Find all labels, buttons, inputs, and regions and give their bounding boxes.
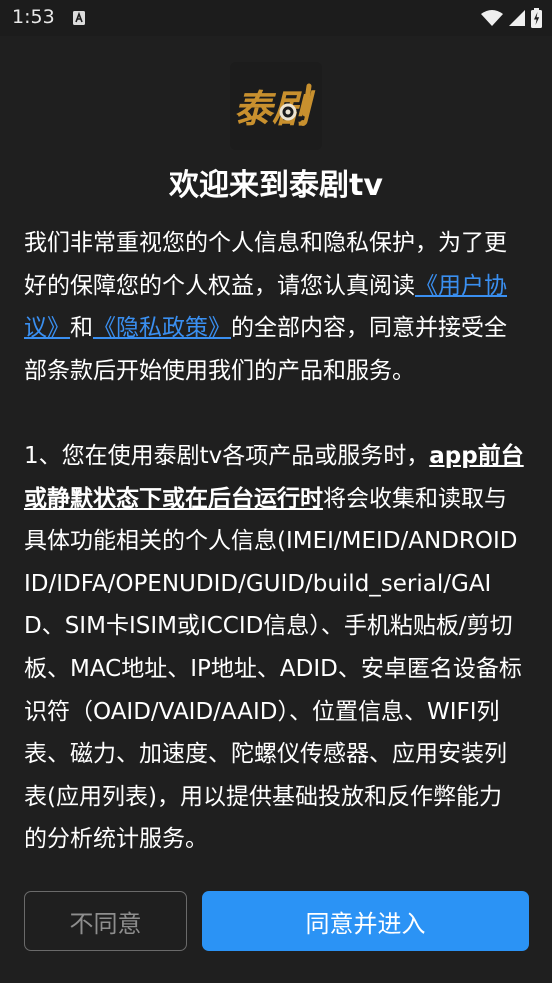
status-icons	[475, 8, 542, 28]
status-a-icon	[73, 10, 85, 25]
clause-1-paragraph: 1、您在使用泰剧tv各项产品或服务时，app前台或静默状态下或在后台运行时将会收…	[24, 435, 524, 861]
dialog-body: 我们非常重视您的个人信息和隐私保护，为了更好的保障您的个人权益，请您认真阅读《用…	[24, 222, 524, 861]
intro-and-text: 和	[70, 315, 93, 342]
clause-1-text-2: 将会收集和读取与具体功能相关的个人信息(IMEI/MEID/ANDROID ID…	[24, 485, 522, 853]
dialog-title: 欢迎来到泰剧tv	[169, 168, 383, 203]
disagree-button[interactable]: 不同意	[24, 891, 187, 951]
status-time: 1:53	[12, 6, 55, 28]
privacy-policy-link[interactable]: 《隐私政策》	[93, 315, 231, 341]
battery-charging-icon	[531, 8, 542, 28]
privacy-dialog: 泰剧 欢迎来到泰剧tv 我们非常重视您的个人信息和隐私保护，为了更好的保障您的个…	[0, 36, 552, 983]
clause-1-text-1: 1、您在使用泰剧tv各项产品或服务时，	[24, 442, 430, 469]
status-bar: 1:53	[0, 0, 552, 36]
wifi-icon	[481, 10, 503, 26]
cell-signal-icon	[509, 10, 525, 26]
agree-button[interactable]: 同意并进入	[202, 891, 529, 951]
app-logo-icon: 泰剧	[230, 62, 322, 150]
intro-paragraph: 我们非常重视您的个人信息和隐私保护，为了更好的保障您的个人权益，请您认真阅读《用…	[24, 222, 524, 392]
